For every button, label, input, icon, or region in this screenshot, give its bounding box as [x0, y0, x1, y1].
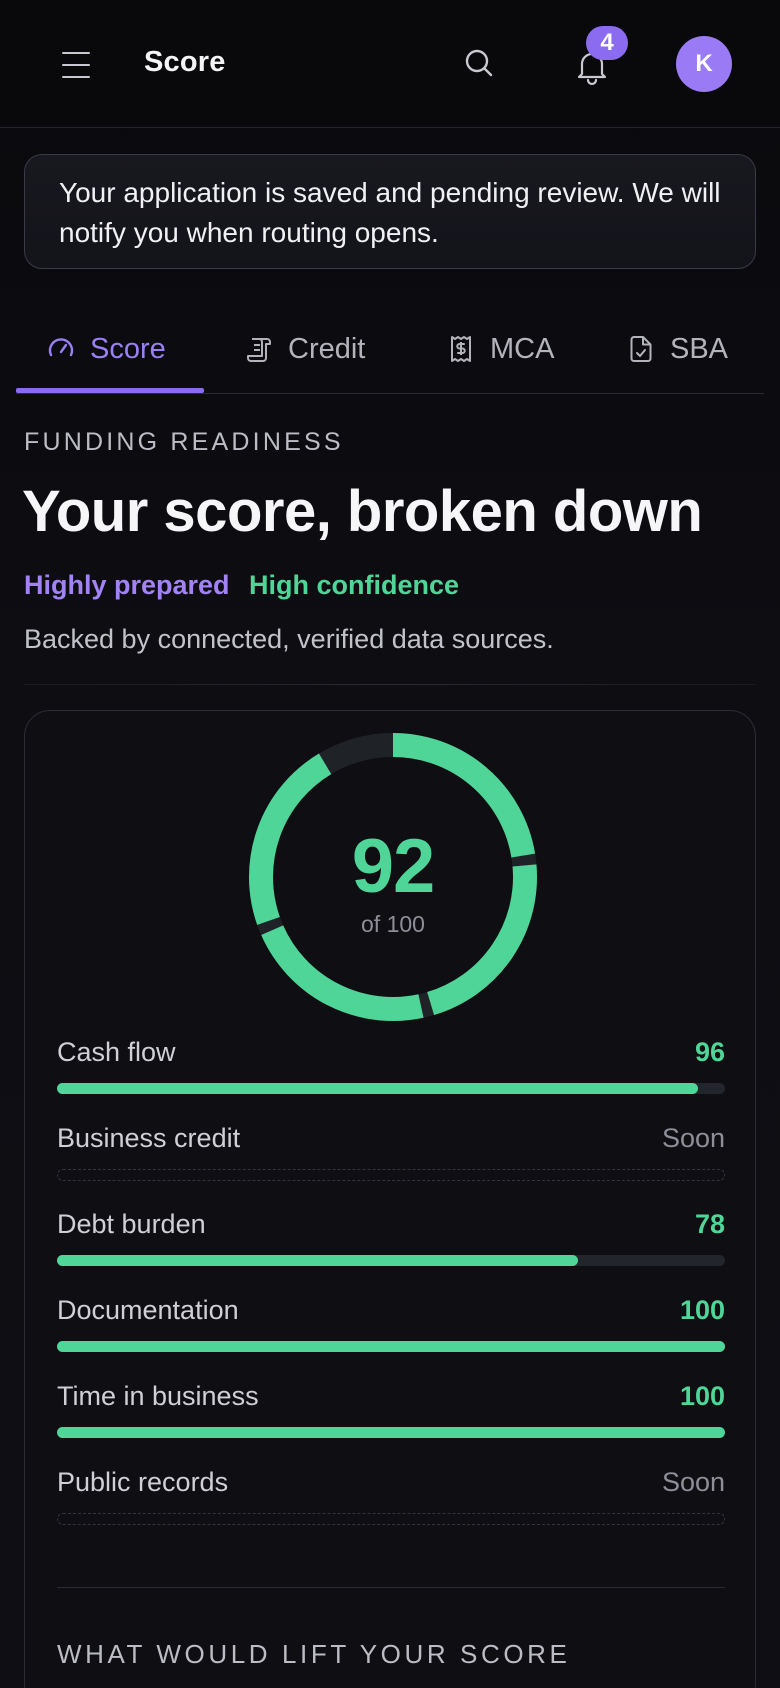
divider: [57, 1587, 725, 1588]
metric-progress-fill: [57, 1083, 699, 1094]
tab-label: Score: [90, 332, 166, 365]
metric-progress-track: [57, 1341, 725, 1352]
metric-label: Public records: [57, 1467, 229, 1497]
section-eyebrow: FUNDING READINESS: [24, 428, 344, 456]
tab-label: MCA: [490, 332, 555, 365]
score-max: of 100: [361, 911, 425, 937]
section-heading: Your score, broken down: [22, 479, 703, 544]
metric-progress-fill: [57, 1341, 725, 1352]
top-bar: Score 4 K: [0, 0, 780, 128]
search-button[interactable]: [460, 44, 500, 84]
metric-label: Documentation: [57, 1295, 239, 1325]
metric-placeholder-track: [57, 1513, 725, 1525]
metric-value: 96: [694, 1037, 725, 1067]
metric-row: Time in business 100: [57, 1381, 725, 1451]
metric-placeholder-track: [57, 1169, 725, 1181]
metric-progress-track: [57, 1083, 725, 1094]
tab-label: SBA: [670, 332, 729, 365]
metric-label: Cash flow: [57, 1037, 176, 1067]
metric-progress-track: [57, 1427, 725, 1438]
page: Score 4 K Your application is saved and …: [0, 0, 780, 1688]
metric-value: Soon: [661, 1123, 725, 1153]
tab-score[interactable]: Score: [46, 304, 166, 394]
active-tab-indicator: [16, 388, 204, 393]
menu-icon-line: [62, 76, 90, 79]
metric-value: 100: [679, 1381, 725, 1411]
menu-button[interactable]: [56, 46, 96, 86]
page-title: Score: [144, 46, 226, 78]
avatar[interactable]: K: [676, 36, 732, 92]
divider: [24, 684, 756, 685]
gauge-icon: [48, 338, 74, 357]
data-source-note: Backed by connected, verified data sourc…: [24, 624, 554, 654]
tab-label: Credit: [288, 332, 366, 365]
metric-row: Public records Soon: [57, 1467, 725, 1537]
menu-icon-line: [62, 64, 90, 67]
notification-badge: 4: [586, 26, 628, 60]
tab-bar: Score Credit MCA SBA: [16, 304, 764, 394]
metric-row: Debt burden 78: [57, 1209, 725, 1279]
metric-progress-fill: [57, 1427, 725, 1438]
score-card: 92 of 100 Cash flow 96 Business credit Soon…: [24, 710, 756, 1688]
receipt-dollar-icon: [451, 336, 471, 362]
file-check-icon: [630, 336, 652, 362]
tab-credit[interactable]: Credit: [244, 304, 365, 394]
metric-row: Cash flow 96: [57, 1037, 725, 1107]
tab-mca[interactable]: MCA: [446, 304, 554, 394]
metric-label: Business credit: [57, 1123, 241, 1153]
tab-sba[interactable]: SBA: [626, 304, 728, 394]
metric-progress-track: [57, 1255, 725, 1266]
metric-value: 78: [694, 1209, 725, 1239]
metric-value: Soon: [661, 1467, 725, 1497]
lift-score-heading: WHAT WOULD LIFT YOUR SCORE: [57, 1639, 571, 1669]
metric-label: Time in business: [57, 1381, 259, 1411]
metric-value: 100: [679, 1295, 725, 1325]
metric-row: Documentation 100: [57, 1295, 725, 1365]
score-value: 92: [351, 824, 436, 909]
search-icon: [465, 49, 493, 77]
metric-progress-fill: [57, 1255, 579, 1266]
scroll-icon: [247, 338, 271, 362]
preparedness-label: Highly prepared: [24, 570, 230, 600]
metric-row: Business credit Soon: [57, 1123, 725, 1193]
menu-icon: [62, 52, 90, 55]
confidence-label: High confidence: [249, 570, 460, 600]
gauge-segment: [261, 925, 424, 1021]
metric-label: Debt burden: [57, 1209, 206, 1239]
pending-review-notice: Your application is saved and pending re…: [24, 154, 756, 269]
